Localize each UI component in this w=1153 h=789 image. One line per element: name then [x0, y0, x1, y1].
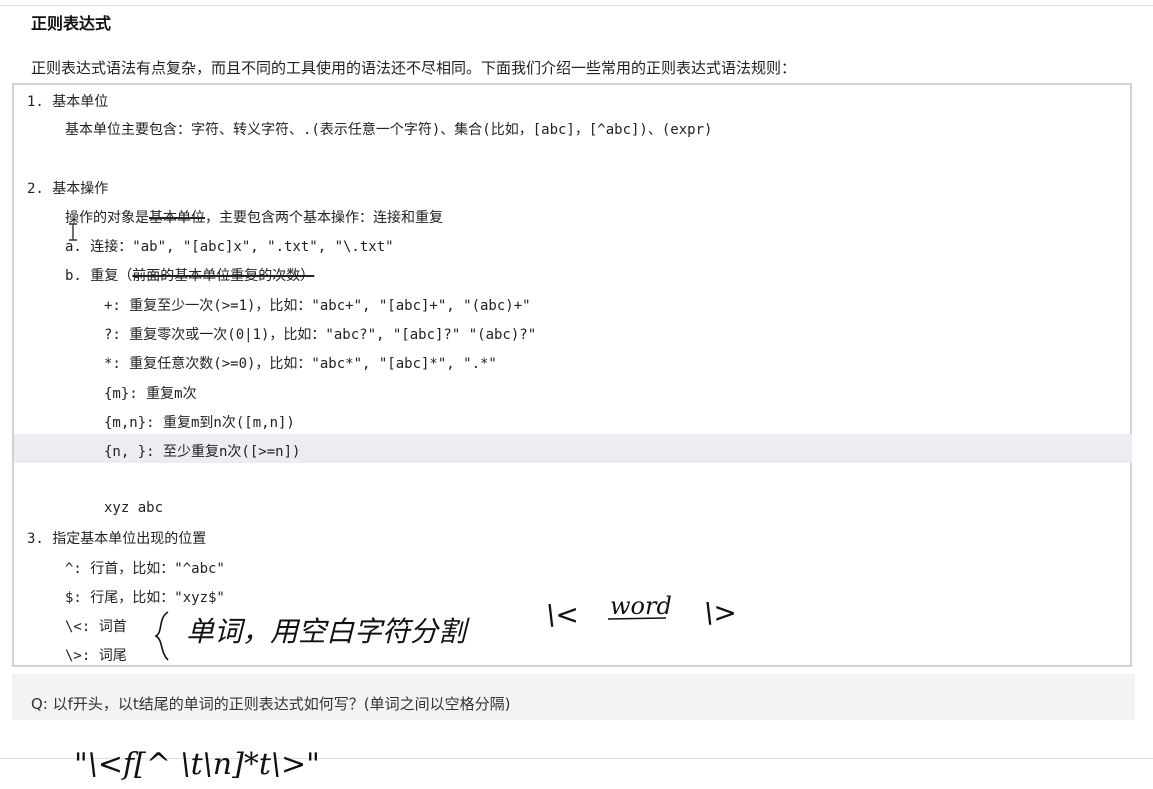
handwritten-note-cn: 单词，用空白字符分割: [186, 615, 470, 648]
handwritten-word: word: [610, 592, 672, 620]
handwritten-gt: \>: [704, 596, 737, 629]
handwritten-annotations: 单词，用空白字符分割 \< word \> "\<f[^ \t\n]*t\>": [74, 592, 737, 782]
handwritten-answer: "\<f[^ \t\n]*t\>": [74, 747, 320, 782]
note-brace: [154, 611, 169, 661]
handwritten-lt: \<: [546, 598, 579, 631]
